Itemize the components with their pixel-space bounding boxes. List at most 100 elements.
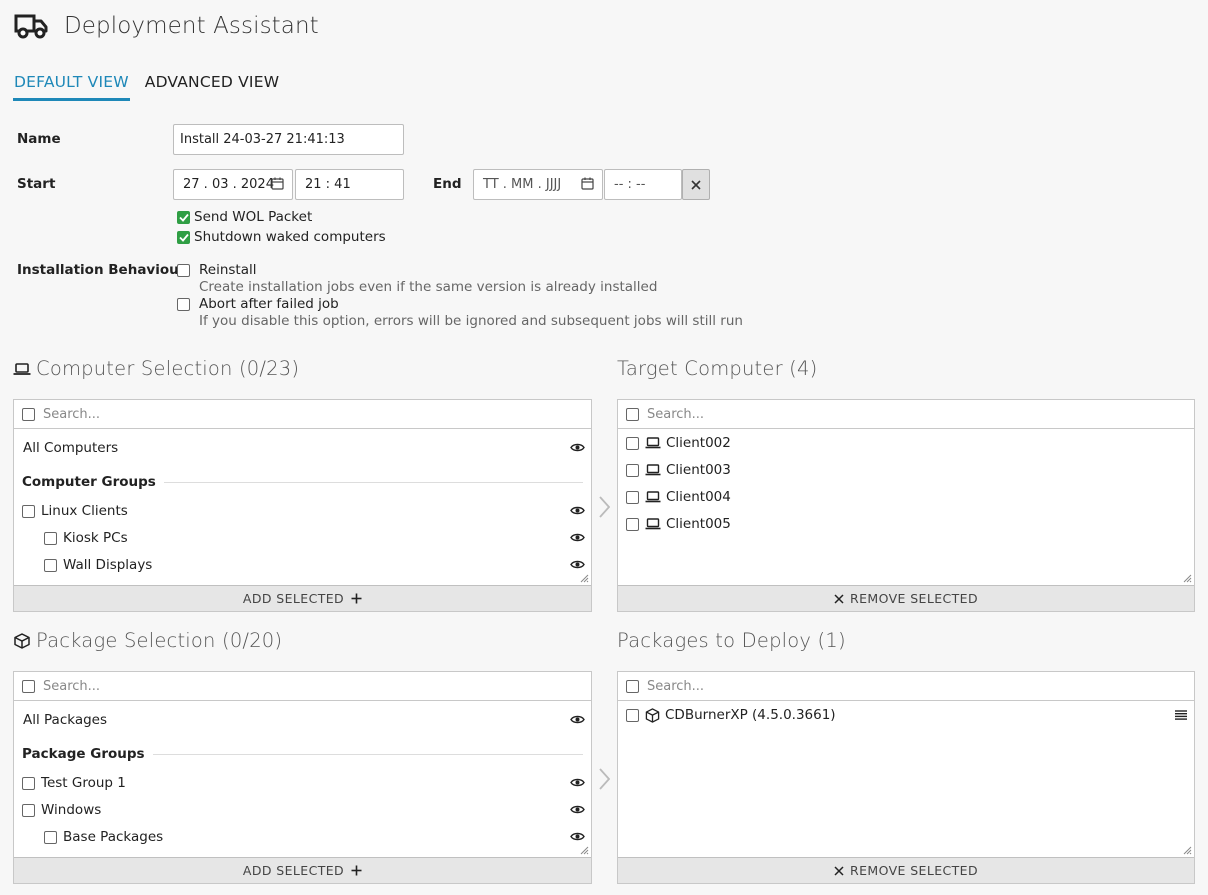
list-item-all-packages[interactable]: All Packages: [22, 710, 585, 730]
group-checkbox[interactable]: [22, 803, 35, 817]
header: Deployment Assistant: [14, 10, 319, 42]
eye-icon[interactable]: [570, 804, 585, 815]
start-time-input[interactable]: 21 : 41: [295, 169, 404, 200]
target-computer-title: Target Computer (4): [617, 357, 818, 380]
package-search[interactable]: Search...: [14, 672, 591, 701]
add-selected-packages-button[interactable]: ADD SELECTED: [14, 857, 591, 883]
select-all-computers-checkbox[interactable]: [22, 407, 35, 421]
behaviour-label: Installation Behaviour: [17, 262, 186, 278]
drag-handle-icon[interactable]: [1175, 710, 1187, 720]
abort-label: Abort after failed job: [199, 296, 339, 312]
computer-groups-heading: Computer Groups: [22, 472, 583, 492]
target-computer-panel: Search... Client002 Client003 Client004 …: [617, 399, 1195, 612]
group-checkbox[interactable]: [44, 830, 57, 844]
computer-search[interactable]: Search...: [14, 400, 591, 429]
item-checkbox[interactable]: [626, 517, 639, 531]
resize-handle-icon[interactable]: [1183, 574, 1192, 583]
reinstall-label: Reinstall: [199, 262, 257, 278]
item-checkbox[interactable]: [626, 490, 639, 504]
name-input[interactable]: Install 24-03-27 21:41:13: [173, 124, 404, 155]
eye-icon[interactable]: [570, 505, 585, 516]
abort-option[interactable]: Abort after failed job: [177, 296, 339, 312]
start-label: Start: [17, 176, 56, 192]
remove-selected-computers-button[interactable]: REMOVE SELECTED: [618, 585, 1194, 611]
calendar-icon[interactable]: [581, 177, 594, 190]
shutdown-option[interactable]: Shutdown waked computers: [177, 229, 386, 245]
package-search-input[interactable]: Search...: [43, 679, 100, 694]
packages-to-deploy-panel: Search... CDBurnerXP (4.5.0.3661) REMOVE…: [617, 671, 1195, 884]
item-checkbox[interactable]: [626, 436, 639, 450]
reinstall-checkbox[interactable]: [177, 263, 190, 277]
deploy-list: CDBurnerXP (4.5.0.3661): [618, 701, 1194, 857]
close-icon: [834, 593, 844, 604]
end-date-input[interactable]: TT . MM . JJJJ: [473, 169, 603, 200]
target-search-input[interactable]: Search...: [647, 407, 704, 422]
end-time-placeholder: -- : --: [614, 177, 646, 192]
remove-selected-packages-button[interactable]: REMOVE SELECTED: [618, 857, 1194, 883]
add-selected-computers-button[interactable]: ADD SELECTED: [14, 585, 591, 611]
list-item[interactable]: Client004: [626, 487, 1188, 507]
eye-icon[interactable]: [570, 442, 585, 453]
close-icon: [834, 865, 844, 876]
eye-icon[interactable]: [570, 532, 585, 543]
laptop-icon: [645, 518, 661, 530]
group-checkbox[interactable]: [22, 776, 35, 790]
list-item[interactable]: Linux Clients: [22, 501, 585, 521]
list-item[interactable]: Client005: [626, 514, 1188, 534]
item-checkbox[interactable]: [626, 463, 639, 477]
page-title: Deployment Assistant: [64, 13, 319, 39]
send-wol-label: Send WOL Packet: [194, 209, 313, 225]
abort-checkbox[interactable]: [177, 297, 190, 311]
package-icon: [645, 707, 660, 723]
start-date-input[interactable]: 27 . 03 . 2024: [173, 169, 293, 200]
abort-description: If you disable this option, errors will …: [199, 313, 743, 329]
laptop-icon: [645, 464, 661, 476]
list-item[interactable]: Base Packages: [44, 827, 585, 847]
shutdown-label: Shutdown waked computers: [194, 229, 386, 245]
eye-icon[interactable]: [570, 559, 585, 570]
name-label: Name: [17, 131, 61, 147]
package-icon: [14, 632, 30, 649]
list-item-all-computers[interactable]: All Computers: [22, 438, 585, 458]
deploy-search[interactable]: Search...: [618, 672, 1194, 701]
resize-handle-icon[interactable]: [1183, 846, 1192, 855]
package-selection-panel: Search... All Packages Package Groups Te…: [13, 671, 592, 884]
tab-advanced-view[interactable]: ADVANCED VIEW: [144, 71, 280, 101]
target-list: Client002 Client003 Client004 Client005: [618, 429, 1194, 585]
list-item[interactable]: Wall Displays: [44, 555, 585, 575]
resize-handle-icon[interactable]: [580, 846, 589, 855]
package-groups-heading: Package Groups: [22, 744, 583, 764]
name-value: Install 24-03-27 21:41:13: [180, 132, 345, 147]
list-item[interactable]: Client003: [626, 460, 1188, 480]
start-time-value: 21 : 41: [305, 177, 351, 192]
list-item[interactable]: Client002: [626, 433, 1188, 453]
group-checkbox[interactable]: [44, 531, 57, 545]
send-wol-option[interactable]: Send WOL Packet: [177, 209, 312, 225]
computer-search-input[interactable]: Search...: [43, 407, 100, 422]
list-item[interactable]: Windows: [22, 800, 585, 820]
item-checkbox[interactable]: [626, 708, 639, 722]
send-wol-checkbox[interactable]: [177, 210, 190, 224]
computer-list: All Computers Computer Groups Linux Clie…: [14, 429, 591, 585]
resize-handle-icon[interactable]: [580, 574, 589, 583]
select-all-targets-checkbox[interactable]: [626, 407, 639, 421]
tab-default-view[interactable]: DEFAULT VIEW: [13, 71, 130, 101]
shutdown-checkbox[interactable]: [177, 230, 190, 244]
clear-end-button[interactable]: [682, 169, 710, 200]
eye-icon[interactable]: [570, 714, 585, 725]
list-item[interactable]: Test Group 1: [22, 773, 585, 793]
calendar-icon[interactable]: [271, 177, 284, 190]
select-all-packages-checkbox[interactable]: [22, 679, 35, 693]
group-checkbox[interactable]: [44, 558, 57, 572]
eye-icon[interactable]: [570, 777, 585, 788]
group-checkbox[interactable]: [22, 504, 35, 518]
list-item[interactable]: CDBurnerXP (4.5.0.3661): [626, 705, 1188, 725]
select-all-deploy-checkbox[interactable]: [626, 679, 639, 693]
list-item[interactable]: Kiosk PCs: [44, 528, 585, 548]
reinstall-option[interactable]: Reinstall: [177, 262, 257, 278]
eye-icon[interactable]: [570, 831, 585, 842]
end-time-input[interactable]: -- : --: [604, 169, 682, 200]
target-search[interactable]: Search...: [618, 400, 1194, 429]
chevron-right-icon: [599, 496, 610, 518]
deploy-search-input[interactable]: Search...: [647, 679, 704, 694]
